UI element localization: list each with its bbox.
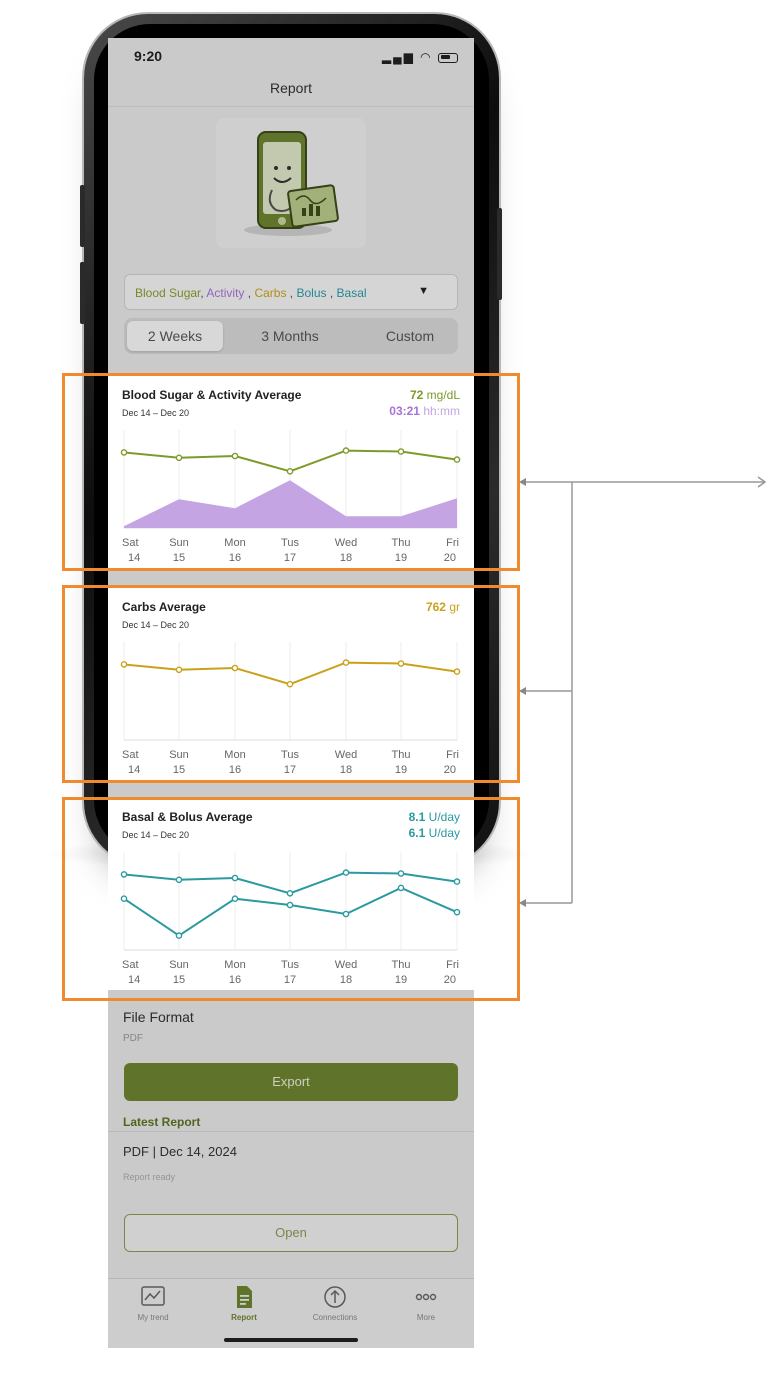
annotation-connector — [519, 476, 767, 907]
